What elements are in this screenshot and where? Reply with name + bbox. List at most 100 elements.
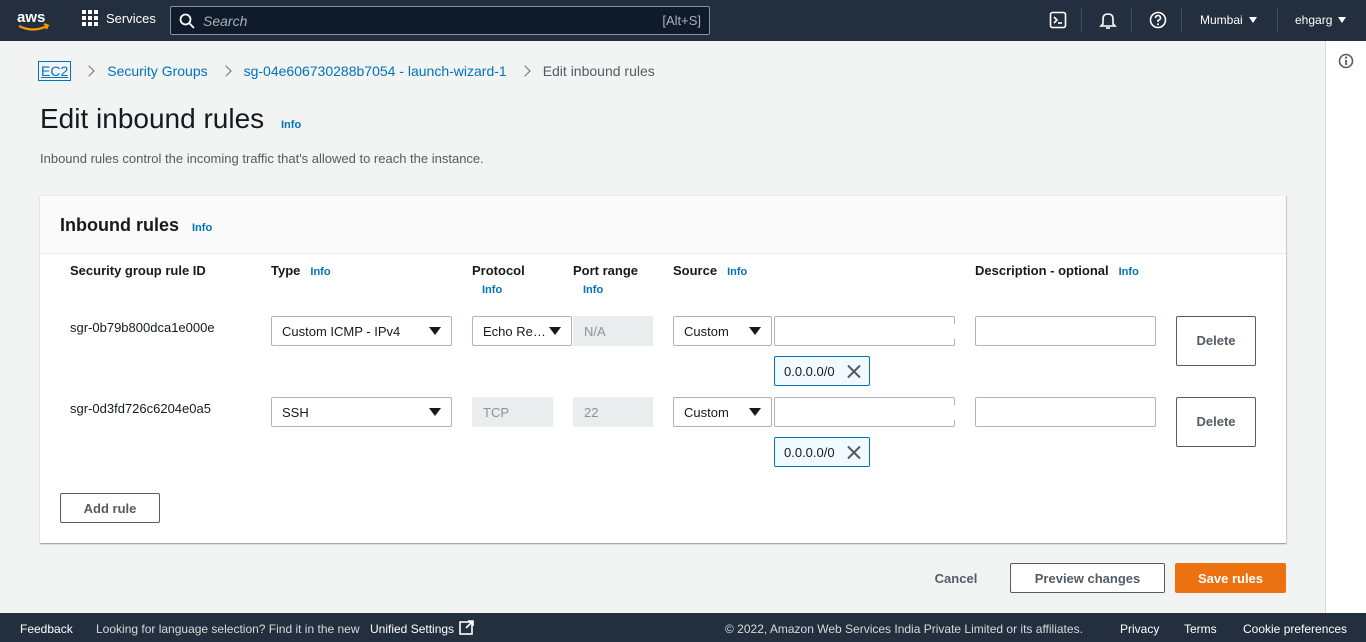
source-select[interactable]: Custom — [673, 397, 772, 427]
source-search[interactable] — [774, 316, 965, 346]
services-menu-button[interactable]: Services — [82, 10, 156, 26]
panel-info-link[interactable]: Info — [192, 222, 212, 234]
column-rule-id-label: Security group rule ID — [70, 263, 206, 278]
column-rule-id: Security group rule ID — [70, 263, 206, 278]
search-icon — [179, 13, 195, 29]
chevron-right-icon — [519, 65, 531, 77]
cidr-token-label: 0.0.0.0/0 — [784, 444, 835, 460]
caret-down-icon — [429, 408, 441, 416]
aws-logo[interactable]: aws — [16, 8, 52, 34]
protocol-info-link[interactable]: Info — [482, 284, 502, 296]
description-info-link[interactable]: Info — [1119, 266, 1139, 278]
column-protocol: Protocol — [472, 263, 525, 278]
column-type-label: Type — [271, 263, 301, 278]
source-select[interactable]: Custom — [673, 316, 772, 346]
bell-icon[interactable] — [1098, 10, 1118, 30]
protocol-field: TCP — [472, 397, 553, 427]
delete-rule-button[interactable]: Delete — [1176, 316, 1256, 366]
column-port-range-label: Port range — [573, 263, 639, 278]
cookie-preferences-link[interactable]: Cookie preferences — [1243, 622, 1347, 636]
rule-id-cell: sgr-0d3fd726c6204e0a5 — [70, 401, 211, 416]
caret-down-icon — [549, 327, 561, 335]
unified-settings-link[interactable]: Unified Settings — [370, 622, 454, 636]
cidr-token: 0.0.0.0/0 — [774, 437, 870, 467]
type-select[interactable]: SSH — [271, 397, 452, 427]
panel-title: Inbound rules — [60, 215, 179, 235]
column-description-label: Description - optional — [975, 263, 1109, 278]
source-select-value: Custom — [684, 323, 729, 339]
column-protocol-label: Protocol — [472, 263, 525, 278]
page-title: Edit inbound rules — [40, 103, 265, 134]
nav-divider — [1181, 8, 1182, 32]
region-selector[interactable]: Mumbai — [1200, 13, 1257, 27]
close-icon[interactable] — [847, 364, 861, 378]
rule-id-cell: sgr-0b79b800dca1e000e — [70, 320, 215, 335]
breadcrumb-security-groups[interactable]: Security Groups — [107, 63, 207, 79]
column-source-label: Source — [673, 263, 718, 278]
chevron-right-icon — [219, 65, 232, 77]
preview-changes-button[interactable]: Preview changes — [1010, 563, 1165, 593]
language-prompt: Looking for language selection? Find it … — [96, 622, 360, 636]
footer: Feedback Looking for language selection?… — [0, 613, 1366, 642]
type-info-link[interactable]: Info — [310, 266, 330, 278]
privacy-link[interactable]: Privacy — [1120, 622, 1159, 636]
protocol-select-value: Echo Request — [483, 323, 549, 339]
breadcrumb-ec2[interactable]: EC2 — [38, 61, 72, 81]
protocol-select[interactable]: Echo Request — [472, 316, 572, 346]
column-description: Description - optional Info — [975, 263, 1139, 278]
global-search[interactable]: [Alt+S] — [170, 6, 710, 35]
close-icon[interactable] — [847, 445, 861, 459]
terms-link[interactable]: Terms — [1184, 622, 1217, 636]
feedback-link[interactable]: Feedback — [20, 622, 73, 636]
breadcrumb-current: Edit inbound rules — [542, 63, 655, 79]
type-select-value: SSH — [282, 404, 309, 420]
chevron-right-icon — [83, 65, 95, 77]
cloudshell-icon[interactable] — [1048, 10, 1068, 30]
page-info-link[interactable]: Info — [281, 119, 301, 131]
type-select-value: Custom ICMP - IPv4 — [282, 323, 401, 339]
services-label: Services — [106, 10, 156, 26]
add-rule-button[interactable]: Add rule — [60, 493, 160, 523]
port-range-info-link[interactable]: Info — [583, 284, 603, 296]
cidr-token-label: 0.0.0.0/0 — [784, 363, 835, 379]
search-input[interactable] — [195, 12, 663, 29]
description-input[interactable] — [975, 316, 1156, 346]
svg-text:aws: aws — [17, 9, 45, 26]
delete-rule-button[interactable]: Delete — [1176, 397, 1256, 447]
tools-panel-rail — [1325, 41, 1366, 613]
caret-down-icon — [1248, 17, 1257, 23]
cancel-button[interactable]: Cancel — [921, 563, 991, 593]
nav-divider — [1277, 8, 1278, 32]
caret-down-icon — [749, 408, 761, 416]
source-info-link[interactable]: Info — [727, 266, 747, 278]
port-range-field: 22 — [573, 397, 653, 427]
source-search-input[interactable] — [783, 404, 965, 420]
caret-down-icon — [429, 327, 441, 335]
caret-down-icon — [1338, 17, 1347, 23]
help-icon[interactable] — [1148, 10, 1168, 30]
breadcrumb: EC2 Security Groups sg-04e606730288b7054… — [38, 61, 655, 81]
column-source: Source Info — [673, 263, 747, 278]
type-select[interactable]: Custom ICMP - IPv4 — [271, 316, 452, 346]
nav-divider — [1081, 8, 1082, 32]
account-menu[interactable]: ehgarg — [1295, 13, 1347, 27]
description-input[interactable] — [975, 397, 1156, 427]
inbound-rules-panel: Inbound rules Info Security group rule I… — [40, 195, 1286, 543]
cidr-token: 0.0.0.0/0 — [774, 356, 870, 386]
save-rules-button[interactable]: Save rules — [1175, 563, 1286, 593]
source-select-value: Custom — [684, 404, 729, 420]
caret-down-icon — [749, 327, 761, 335]
grid-icon — [82, 10, 98, 26]
copyright-text: © 2022, Amazon Web Services India Privat… — [725, 622, 1083, 636]
top-navigation: aws Services [Alt+S] Mumbai ehgarg — [0, 0, 1366, 41]
breadcrumb-security-group[interactable]: sg-04e606730288b7054 - launch-wizard-1 — [244, 63, 507, 79]
region-label: Mumbai — [1200, 13, 1243, 27]
source-search-input[interactable] — [783, 323, 965, 339]
page-description: Inbound rules control the incoming traff… — [40, 151, 484, 166]
column-type: Type Info — [271, 263, 331, 278]
search-shortcut: [Alt+S] — [662, 13, 701, 28]
port-range-field: N/A — [573, 316, 653, 346]
source-search[interactable] — [774, 397, 965, 427]
external-link-icon — [459, 620, 474, 638]
info-circle-icon[interactable] — [1338, 53, 1354, 72]
